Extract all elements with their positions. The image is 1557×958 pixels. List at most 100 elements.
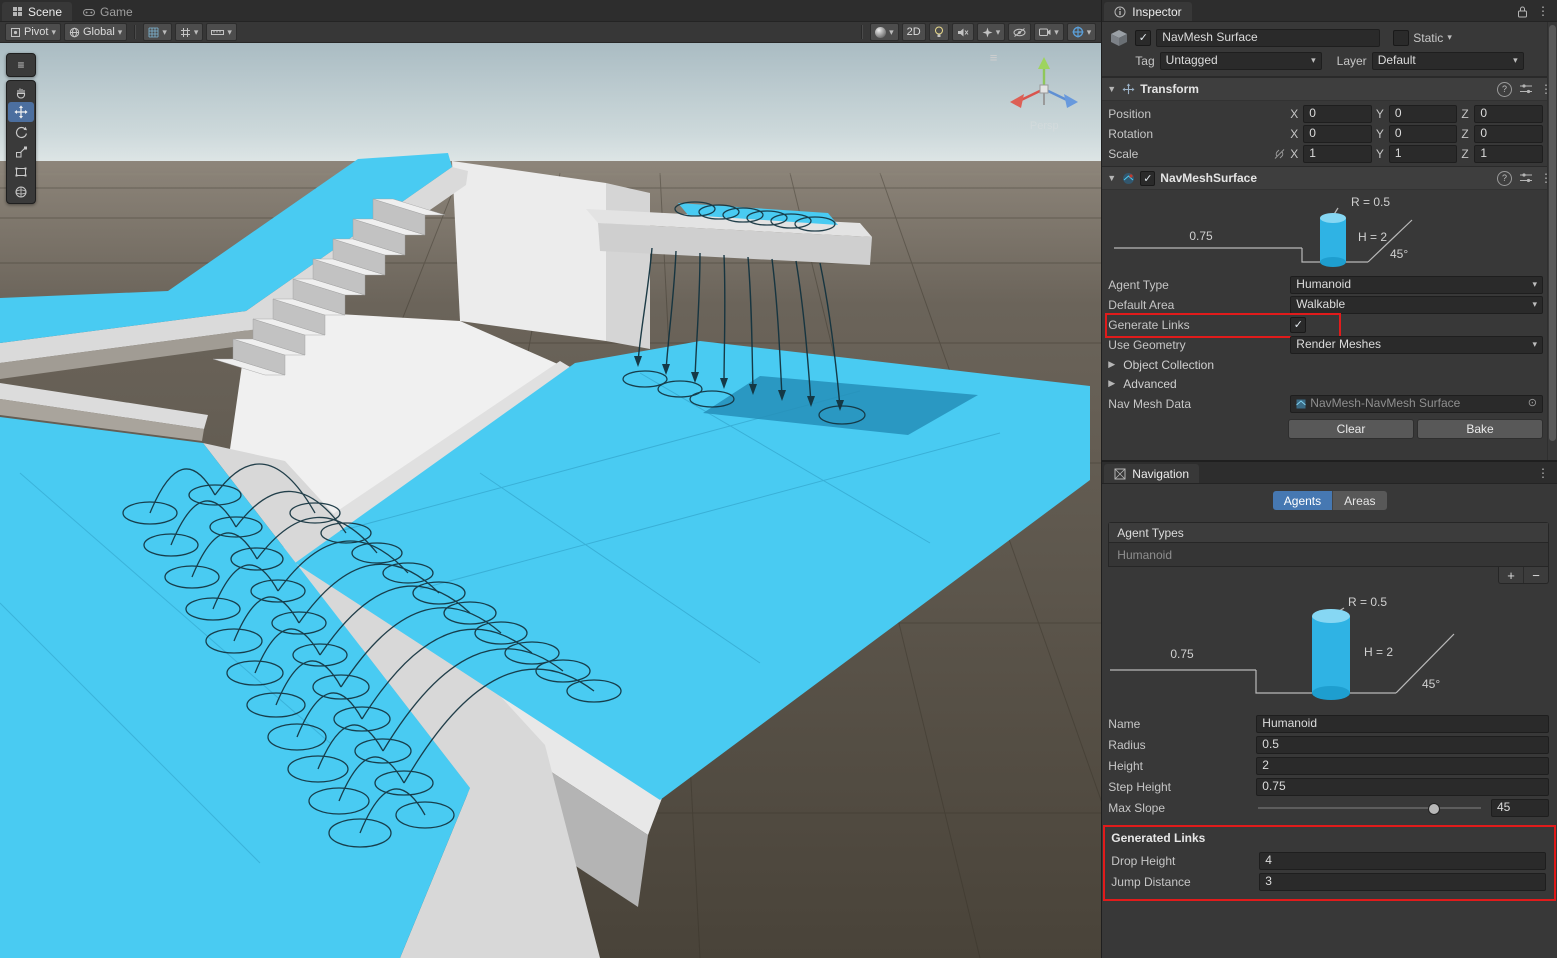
- kebab-menu-icon[interactable]: ⋮: [1537, 466, 1549, 480]
- constrain-proportions-icon[interactable]: [1273, 148, 1286, 160]
- rotation-z-field[interactable]: 0: [1474, 125, 1543, 143]
- agent-type-list-item[interactable]: Humanoid: [1109, 543, 1548, 566]
- scrollbar-thumb[interactable]: [1549, 25, 1556, 441]
- agent-type-dropdown[interactable]: Humanoid ▾: [1290, 276, 1543, 294]
- axis-gizmo: [1002, 55, 1086, 121]
- tab-agents[interactable]: Agents: [1273, 491, 1332, 510]
- max-slope-slider-handle[interactable]: [1428, 803, 1440, 815]
- pivot-dropdown[interactable]: Pivot ▾: [5, 23, 61, 41]
- gameobject-cube-icon: [1108, 27, 1130, 49]
- lock-icon[interactable]: [1517, 5, 1528, 18]
- rotation-y-field[interactable]: 0: [1389, 125, 1458, 143]
- audio-toggle[interactable]: [952, 23, 974, 41]
- grid-visibility-dropdown[interactable]: ▾: [143, 23, 172, 41]
- tag-dropdown[interactable]: Untagged ▾: [1160, 52, 1322, 70]
- scale-y-field[interactable]: 1: [1389, 145, 1458, 163]
- navmeshsurface-header[interactable]: ▼ ✓ NavMeshSurface ?: [1102, 166, 1557, 190]
- remove-agent-button[interactable]: −: [1523, 567, 1548, 583]
- static-label: Static: [1413, 31, 1443, 45]
- agent-height-field[interactable]: 2: [1256, 757, 1549, 775]
- max-slope-slider[interactable]: [1258, 807, 1481, 809]
- foldout-open-icon[interactable]: ▼: [1107, 173, 1117, 183]
- gameobject-name-field[interactable]: NavMesh Surface: [1156, 29, 1380, 47]
- max-slope-label: Max Slope: [1108, 801, 1256, 815]
- agent-name-field[interactable]: Humanoid: [1256, 715, 1549, 733]
- clear-button[interactable]: Clear: [1288, 419, 1414, 439]
- foldout-open-icon[interactable]: ▼: [1107, 84, 1117, 94]
- kebab-menu-icon[interactable]: ⋮: [1537, 4, 1549, 18]
- chevron-down-icon: ▾: [1087, 27, 1092, 38]
- presets-icon[interactable]: [1520, 84, 1532, 94]
- transform-header[interactable]: ▼ Transform ? ⋮: [1102, 77, 1557, 101]
- rotate-tool-button[interactable]: [8, 122, 34, 142]
- projection-label[interactable]: Persp: [999, 120, 1089, 132]
- gizmos-dropdown[interactable]: ▾: [1067, 23, 1097, 41]
- scene-toolbar: Pivot ▾ Global ▾ ▾: [0, 22, 1101, 43]
- overlays-handle[interactable]: ≡: [990, 53, 998, 63]
- tab-scene[interactable]: Scene: [2, 2, 72, 21]
- tab-inspector[interactable]: Inspector: [1104, 2, 1191, 21]
- presets-icon[interactable]: [1520, 173, 1532, 183]
- radius-label: Radius: [1108, 738, 1256, 752]
- generate-links-checkbox[interactable]: ✓: [1290, 317, 1306, 333]
- 2d-toggle[interactable]: 2D: [902, 23, 926, 41]
- rotation-x-field[interactable]: 0: [1303, 125, 1372, 143]
- foldout-closed-icon: ▶: [1108, 359, 1118, 370]
- generate-links-row: Generate Links ✓: [1102, 315, 1557, 334]
- sky: [0, 43, 1101, 173]
- max-slope-field[interactable]: 45: [1491, 799, 1549, 817]
- scene-viewport[interactable]: ≡: [0, 43, 1101, 958]
- object-picker-icon[interactable]: ⊙: [1528, 396, 1537, 411]
- snap-increment-dropdown[interactable]: ▾: [206, 23, 237, 41]
- help-icon[interactable]: ?: [1497, 171, 1512, 186]
- drop-height-field[interactable]: 4: [1259, 852, 1546, 870]
- scale-tool-button[interactable]: [8, 142, 34, 162]
- scale-x-field[interactable]: 1: [1303, 145, 1372, 163]
- view-hand-tool-button[interactable]: [8, 82, 34, 102]
- add-agent-button[interactable]: +: [1499, 567, 1523, 583]
- transform-tool-button[interactable]: [8, 182, 34, 202]
- tab-game[interactable]: Game: [73, 2, 143, 21]
- scene-visibility-toggle[interactable]: [1008, 23, 1031, 41]
- effects-dropdown[interactable]: ▾: [977, 23, 1006, 41]
- camera-settings-dropdown[interactable]: ▾: [1034, 23, 1064, 41]
- scale-z-field[interactable]: 1: [1474, 145, 1543, 163]
- snap-grid-dropdown[interactable]: ▾: [175, 23, 204, 41]
- tab-areas[interactable]: Areas: [1332, 491, 1386, 510]
- navmeshsurface-title: NavMeshSurface: [1160, 171, 1257, 185]
- inspector-window: Inspector ⋮: [1102, 0, 1557, 460]
- jump-distance-field[interactable]: 3: [1259, 873, 1546, 891]
- component-enabled-checkbox[interactable]: ✓: [1140, 171, 1155, 186]
- rect-tool-button[interactable]: [8, 162, 34, 182]
- bake-button[interactable]: Bake: [1417, 419, 1543, 439]
- overlay-menu-button[interactable]: ≡: [8, 55, 34, 75]
- object-collection-foldout[interactable]: ▶ Object Collection: [1102, 355, 1557, 374]
- global-dropdown[interactable]: Global ▾: [64, 23, 127, 41]
- position-y-field[interactable]: 0: [1389, 105, 1458, 123]
- help-icon[interactable]: ?: [1497, 82, 1512, 97]
- nav-mesh-data-object-field[interactable]: NavMesh-NavMesh Surface ⊙: [1290, 395, 1543, 413]
- position-z-field[interactable]: 0: [1474, 105, 1543, 123]
- default-area-dropdown[interactable]: Walkable ▾: [1290, 296, 1543, 314]
- static-flags-dropdown[interactable]: ▾: [1447, 32, 1452, 43]
- position-x-field[interactable]: 0: [1303, 105, 1372, 123]
- agent-step-height-field[interactable]: 0.75: [1256, 778, 1549, 796]
- position-label: Position: [1108, 107, 1290, 121]
- camera-icon: [1039, 27, 1051, 37]
- advanced-foldout[interactable]: ▶ Advanced: [1102, 374, 1557, 393]
- tab-navigation[interactable]: Navigation: [1104, 464, 1199, 483]
- diagram-height-label: H = 2: [1358, 230, 1387, 244]
- lighting-toggle[interactable]: [929, 23, 949, 41]
- right-pane: Inspector ⋮: [1101, 0, 1557, 958]
- static-checkbox[interactable]: [1393, 30, 1409, 46]
- render-mode-dropdown[interactable]: ▾: [870, 23, 899, 41]
- use-geometry-dropdown[interactable]: Render Meshes ▾: [1290, 336, 1543, 354]
- scene-gizmo[interactable]: Persp: [999, 55, 1089, 132]
- agent-radius-field[interactable]: 0.5: [1256, 736, 1549, 754]
- y-axis-label: Y: [1376, 127, 1385, 141]
- move-tool-button[interactable]: [8, 102, 34, 122]
- gameobject-active-checkbox[interactable]: ✓: [1135, 30, 1151, 46]
- hand-icon: [14, 85, 28, 99]
- drop-height-row: Drop Height 4: [1105, 851, 1554, 870]
- layer-dropdown[interactable]: Default ▾: [1372, 52, 1524, 70]
